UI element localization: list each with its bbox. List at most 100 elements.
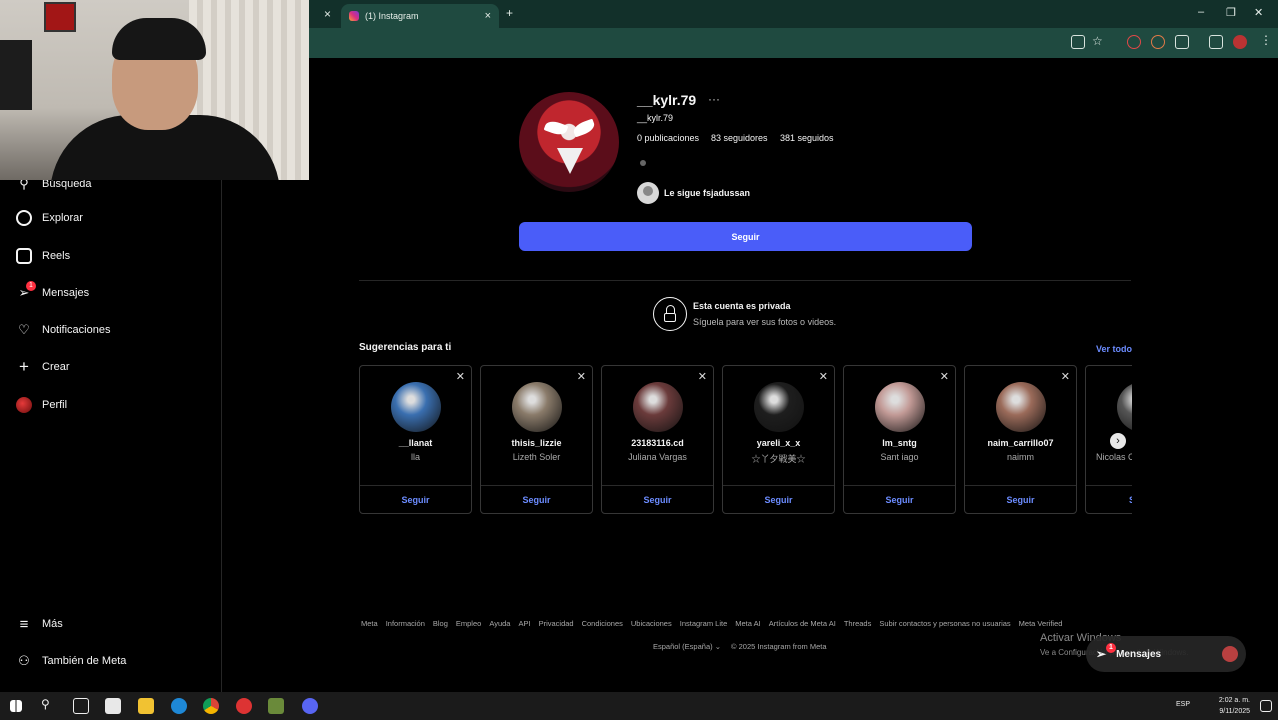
follow-button[interactable]: Seguir [519,222,972,251]
suggestion-follow-button[interactable]: Seguir [360,495,471,505]
app-game-icon[interactable] [268,698,284,714]
messages-floating-button[interactable]: ➢ 1 Mensajes [1086,636,1246,672]
notifications-icon[interactable] [1260,700,1272,712]
search-icon[interactable]: ⚲ [41,697,50,711]
footer-link[interactable]: Privacidad [539,619,574,628]
suggestion-username[interactable]: __llanat [360,438,471,448]
extension-red-icon[interactable] [1127,35,1141,49]
suggestion-avatar[interactable] [875,382,925,432]
sidebar-item-also-from-meta[interactable]: ⚇ También de Meta [16,653,126,669]
store-icon[interactable] [105,698,121,714]
dismiss-suggestion-icon[interactable]: ✕ [698,370,707,383]
system-clock[interactable]: 2:02 a. m. 9/11/2025 [1219,695,1250,717]
suggestion-avatar[interactable] [391,382,441,432]
footer-link[interactable]: Meta Verified [1019,619,1063,628]
discord-icon[interactable] [302,698,318,714]
footer-link[interactable]: Empleo [456,619,481,628]
suggestion-username[interactable]: lm_sntg [844,438,955,448]
sidebar-item-reels[interactable]: Reels [16,248,70,264]
footer-link[interactable]: API [518,619,530,628]
app-red-icon[interactable] [236,698,252,714]
sidebar-item-label: Mensajes [42,287,90,299]
reels-icon [16,248,32,264]
sidebar-item-more[interactable]: ≡ Más [16,616,63,633]
suggestion-follow-button[interactable]: S [1086,495,1132,505]
browser-tab-instagram[interactable]: (1) Instagram × [341,4,499,28]
bookmark-star-icon[interactable]: ☆ [1092,34,1103,48]
profile-picture[interactable] [519,92,619,192]
suggestion-follow-button[interactable]: Seguir [965,495,1076,505]
followers-count[interactable]: 83 seguidores [711,133,768,143]
sidebar-item-messages[interactable]: ➢ 1 Mensajes [16,281,90,301]
task-view-icon[interactable] [73,698,89,714]
following-count[interactable]: 381 seguidos [780,133,834,143]
messages-icon: ➢ 1 [16,281,36,301]
footer-link[interactable]: Condiciones [582,619,623,628]
extensions-puzzle-icon[interactable] [1175,35,1189,49]
suggestion-follow-button[interactable]: Seguir [723,495,834,505]
carousel-next-icon[interactable]: › [1110,433,1126,449]
suggestion-username[interactable]: naim_carrillo07 [965,438,1076,448]
sidebar-item-create[interactable]: + Crear [16,357,70,376]
footer-link[interactable]: Blog [433,619,448,628]
language-indicator[interactable]: ESP [1176,701,1190,708]
followed-by-text[interactable]: Le sigue fsjadussan [664,188,750,198]
windows-start-icon[interactable] [10,700,22,712]
browser-toolbar: ☆ ⋮ [309,28,1278,58]
suggestion-username[interactable]: yareli_x_x [723,438,834,448]
tab-close-icon[interactable]: × [485,10,491,22]
see-all-link[interactable]: Ver todo [1096,344,1132,354]
footer-link[interactable]: Instagram Lite [680,619,728,628]
suggestion-follow-button[interactable]: Seguir [844,495,955,505]
dismiss-suggestion-icon[interactable]: ✕ [577,370,586,383]
footer-link[interactable]: Subir contactos y personas no usuarias [879,619,1010,628]
messages-icon: ➢ 1 [1096,643,1116,661]
language-select[interactable]: Español (España) ⌄ [653,642,721,651]
media-control-icon[interactable] [1209,35,1223,49]
suggestion-avatar[interactable] [996,382,1046,432]
suggestion-username[interactable]: 23183116.cd [602,438,713,448]
maximize-button[interactable]: ❐ [1226,6,1236,19]
suggestion-username[interactable]: thisis_lizzie [481,438,592,448]
webcam-overlay [0,0,309,180]
footer-link[interactable]: Artículos de Meta AI [769,619,836,628]
dismiss-suggestion-icon[interactable]: ✕ [1061,370,1070,383]
clock-date: 9/11/2025 [1219,708,1250,715]
dismiss-suggestion-icon[interactable]: ✕ [940,370,949,383]
prev-tab-close-icon[interactable]: × [324,7,331,21]
suggestion-follow-button[interactable]: Seguir [481,495,592,505]
suggestion-avatar[interactable] [1117,382,1132,432]
browser-menu-icon[interactable]: ⋮ [1260,33,1272,47]
suggestion-fullname: ☆丫夕戦美☆ [751,454,806,464]
suggestion-follow-button[interactable]: Seguir [602,495,713,505]
thread-badge-icon [640,160,646,166]
dismiss-suggestion-icon[interactable]: ✕ [819,370,828,383]
suggestion-fullname: Sant iago [880,452,919,462]
footer-link[interactable]: Meta [361,619,378,628]
sidebar-item-notifications[interactable]: ♡ Notificaciones [16,322,110,338]
file-explorer-icon[interactable] [138,698,154,714]
install-app-icon[interactable] [1071,35,1085,49]
sidebar-item-label: Crear [42,361,70,373]
extension-orange-icon[interactable] [1151,35,1165,49]
messages-badge: 1 [1106,643,1116,653]
more-options-icon[interactable]: ··· [708,92,720,106]
sidebar-item-profile[interactable]: Perfil [16,397,67,413]
minimize-button[interactable]: – [1198,6,1204,18]
sidebar-item-explore[interactable]: Explorar [16,210,83,226]
suggestion-avatar[interactable] [512,382,562,432]
footer-link[interactable]: Meta AI [735,619,760,628]
suggestion-avatar[interactable] [633,382,683,432]
close-window-button[interactable]: ✕ [1254,6,1263,19]
edge-icon[interactable] [171,698,187,714]
footer-link[interactable]: Información [386,619,425,628]
footer-links: Meta Información Blog Empleo Ayuda API P… [361,619,1062,628]
profile-avatar-icon[interactable] [1233,35,1247,49]
suggestion-avatar[interactable] [754,382,804,432]
footer-link[interactable]: Ayuda [489,619,510,628]
new-tab-button[interactable]: + [506,6,513,20]
footer-link[interactable]: Ubicaciones [631,619,672,628]
chrome-icon[interactable] [203,698,219,714]
footer-link[interactable]: Threads [844,619,872,628]
dismiss-suggestion-icon[interactable]: ✕ [456,370,465,383]
